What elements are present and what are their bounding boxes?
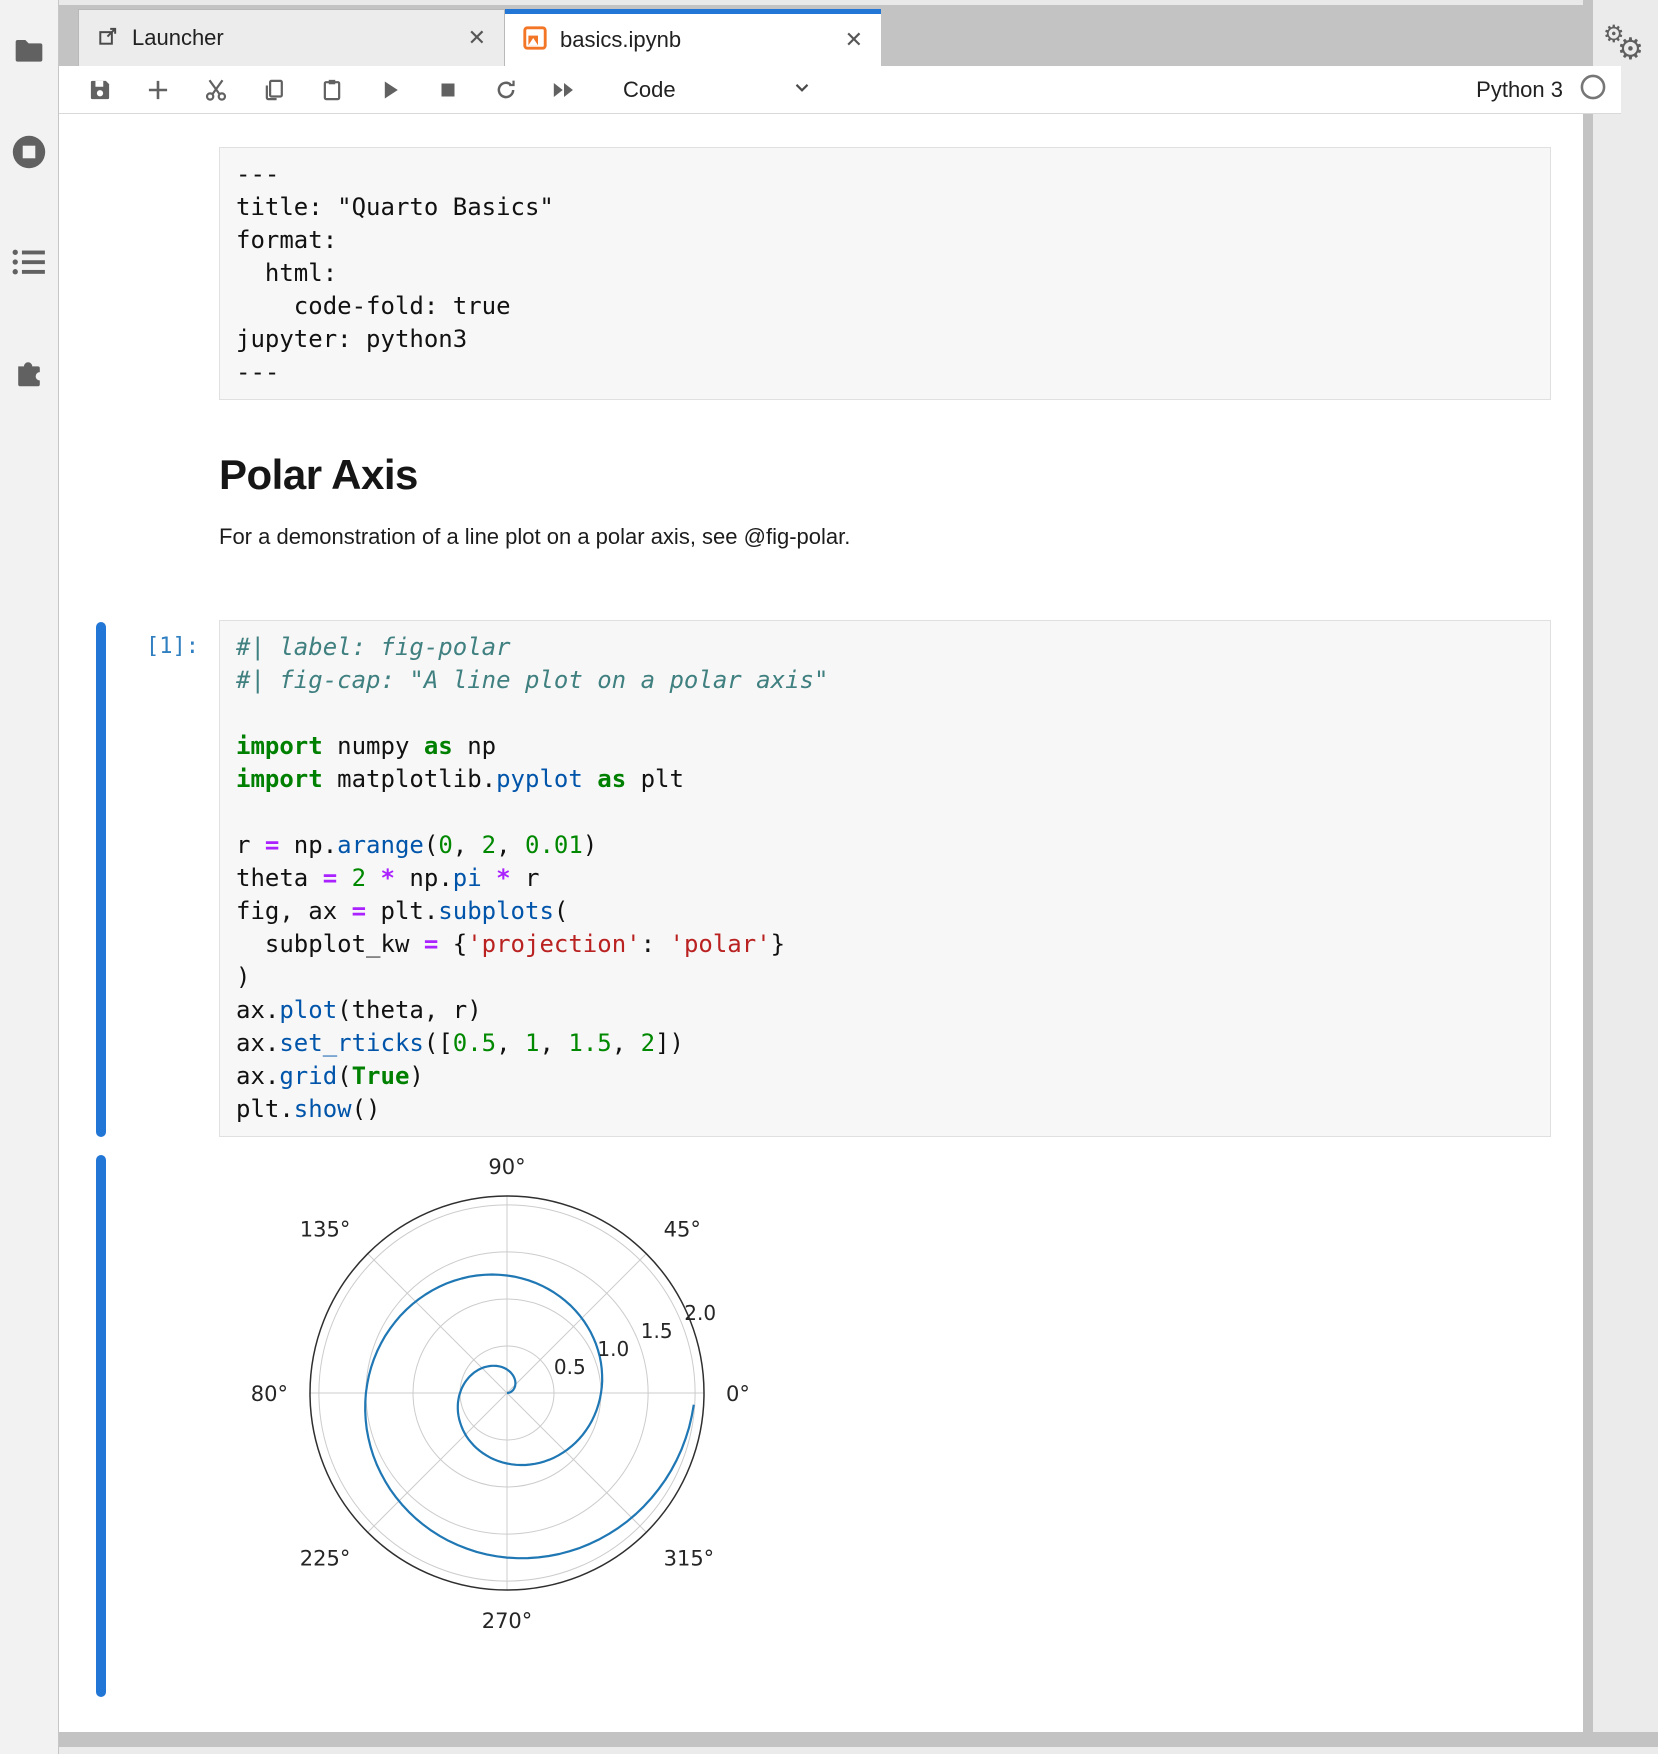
markdown-paragraph: For a demonstration of a line plot on a … — [219, 523, 1551, 550]
paste-cells-button[interactable] — [315, 73, 349, 107]
execution-count: [1]: — [146, 634, 199, 659]
tab-basics-close-icon[interactable]: ✕ — [841, 29, 867, 51]
svg-text:2.0: 2.0 — [684, 1301, 716, 1325]
jupyterlab-window: Launcher ✕ basics.ipynb ✕ ⚙⚙ — [0, 0, 1658, 1754]
add-cell-button[interactable] — [141, 73, 175, 107]
svg-text:1.5: 1.5 — [641, 1319, 673, 1343]
notebook-icon — [523, 26, 547, 55]
table-of-contents-icon — [11, 247, 47, 277]
sidebar-item-running-sessions[interactable] — [0, 130, 58, 174]
output-gutter — [59, 1153, 219, 1701]
sidebar-item-extensions[interactable] — [0, 348, 58, 392]
restart-icon — [493, 77, 519, 103]
cut-cells-button[interactable] — [199, 73, 233, 107]
activity-bar — [0, 0, 59, 1754]
svg-text:0°: 0° — [726, 1382, 750, 1406]
tab-launcher-close-icon[interactable]: ✕ — [464, 27, 490, 49]
notebook-toolbar: Code Python 3 — [59, 66, 1621, 114]
svg-text:315°: 315° — [664, 1547, 715, 1571]
svg-text:180°: 180° — [252, 1382, 288, 1406]
interrupt-kernel-button[interactable] — [431, 73, 465, 107]
raw-cell-gutter — [59, 147, 219, 400]
fast-forward-icon-button[interactable] — [547, 73, 581, 107]
svg-text:225°: 225° — [300, 1547, 351, 1571]
launcher-icon — [97, 25, 119, 52]
notebook-content: ---title: "Quarto Basics"format: html: c… — [59, 114, 1583, 1732]
cut-icon — [203, 77, 229, 103]
code-cell[interactable]: [1]: #| label: fig-polar#| fig-cap: "A l… — [59, 620, 1583, 1137]
output-collapser[interactable] — [96, 1155, 106, 1697]
tab-basics-ipynb[interactable]: basics.ipynb ✕ — [505, 9, 881, 66]
paste-icon — [319, 77, 345, 103]
copy-icon — [261, 77, 287, 103]
svg-text:135°: 135° — [300, 1217, 351, 1241]
fast-forward-icon — [550, 77, 578, 103]
tab-basics-label: basics.ipynb — [560, 27, 841, 53]
tab-launcher[interactable]: Launcher ✕ — [78, 9, 505, 66]
raw-cell-editor[interactable]: ---title: "Quarto Basics"format: html: c… — [219, 147, 1551, 400]
running-sessions-icon — [11, 134, 47, 170]
svg-text:1.0: 1.0 — [597, 1337, 629, 1361]
code-cell-gutter: [1]: — [59, 620, 219, 1137]
svg-text:0.5: 0.5 — [554, 1355, 586, 1379]
svg-text:45°: 45° — [664, 1217, 701, 1241]
save-icon — [87, 77, 113, 103]
svg-text:90°: 90° — [488, 1155, 525, 1179]
raw-cell[interactable]: ---title: "Quarto Basics"format: html: c… — [59, 147, 1583, 400]
input-collapser[interactable] — [96, 622, 106, 1137]
output-cell: 0° 45° 90° 135° 180° 225° 270° 315° 0.5 1.0 1.5 2.0 — [59, 1153, 1583, 1701]
panel-right-border — [1583, 0, 1593, 1754]
code-cell-editor[interactable]: #| label: fig-polar#| fig-cap: "A line p… — [219, 620, 1551, 1137]
right-sidebar-gutter: ⚙⚙ — [1593, 0, 1658, 1754]
run-icon — [377, 77, 403, 103]
tab-bar: Launcher ✕ basics.ipynb ✕ — [59, 5, 1593, 66]
svg-text:270°: 270° — [482, 1609, 533, 1633]
stop-icon — [435, 77, 461, 103]
cell-type-dropdown[interactable]: Code — [623, 76, 813, 103]
run-cell-button[interactable] — [373, 73, 407, 107]
tab-launcher-label: Launcher — [132, 25, 464, 51]
cell-type-value: Code — [623, 77, 676, 103]
sidebar-item-file-browser[interactable] — [0, 28, 58, 72]
chevron-down-icon — [791, 76, 813, 103]
settings-gears-icon[interactable]: ⚙⚙ — [1601, 22, 1649, 70]
page-title: Polar Axis — [219, 453, 1551, 497]
sidebar-item-table-of-contents[interactable] — [0, 240, 58, 284]
copy-cells-button[interactable] — [257, 73, 291, 107]
window-bottom-light-strip — [59, 1747, 1658, 1754]
polar-plot: 0° 45° 90° 135° 180° 225° 270° 315° 0.5 1.0 1.5 2.0 — [252, 1153, 762, 1701]
kernel-indicator[interactable]: Python 3 — [1476, 73, 1607, 106]
save-button[interactable] — [83, 73, 117, 107]
restart-kernel-button[interactable] — [489, 73, 523, 107]
window-bottom-strip — [59, 1732, 1658, 1747]
puzzle-icon — [11, 352, 47, 388]
kernel-name: Python 3 — [1476, 77, 1563, 103]
folder-icon — [12, 35, 46, 65]
add-cell-icon — [145, 77, 171, 103]
markdown-cell: Polar Axis For a demonstration of a line… — [219, 453, 1551, 550]
kernel-status-icon — [1579, 73, 1607, 106]
